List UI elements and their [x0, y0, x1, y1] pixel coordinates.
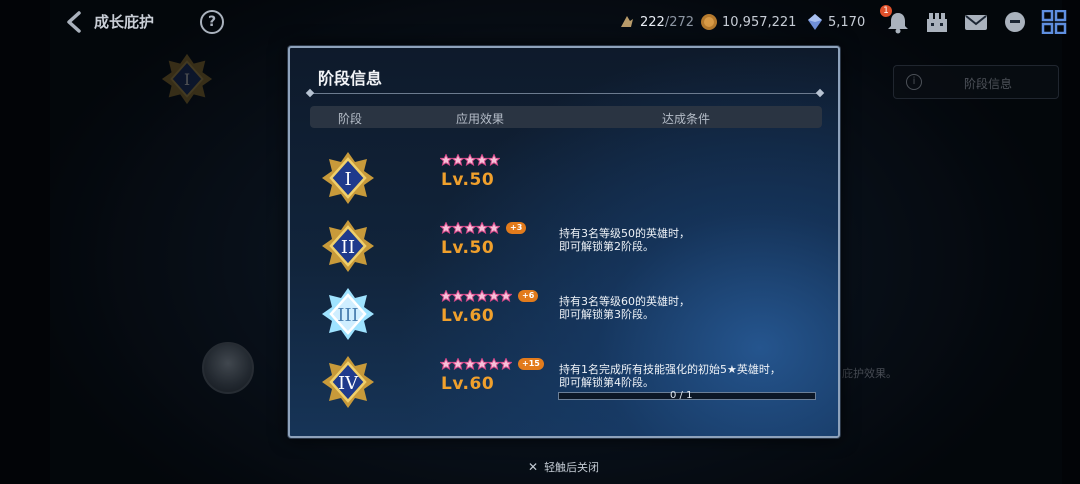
- stamina-current: 222: [640, 14, 665, 30]
- page-title: 成长庇护: [94, 13, 155, 31]
- close-icon: ✕: [528, 460, 539, 474]
- unlock-condition: 持有3名等级60的英雄时， 即可解锁第3阶段。: [559, 295, 819, 321]
- back-button[interactable]: [64, 10, 86, 34]
- gem-display[interactable]: 5,170: [806, 13, 865, 31]
- top-bar: 成长庇护 ? 222/272 10,957,221 5,170 1: [0, 0, 1080, 44]
- condition-line: 持有3名等级50的英雄时，: [559, 227, 690, 240]
- svg-text:IV: IV: [338, 373, 359, 394]
- star-icon: [488, 290, 500, 302]
- bonus-badge: +3: [506, 222, 527, 234]
- stamina-max: /272: [664, 14, 695, 30]
- svg-text:III: III: [337, 305, 358, 326]
- star-icon: [440, 358, 452, 370]
- unlock-condition: 持有3名等级50的英雄时， 即可解锁第2阶段。: [559, 227, 819, 253]
- stage-medal-icon: I: [322, 152, 374, 204]
- star-icon: [476, 222, 488, 234]
- star-icon: [488, 154, 500, 166]
- star-icon: [500, 290, 512, 302]
- column-stage: 阶段: [338, 112, 363, 126]
- stage-medal-icon: II: [322, 220, 374, 272]
- modal-title: 阶段信息: [318, 69, 383, 88]
- star-rating: +15: [440, 357, 544, 371]
- star-icon: [440, 222, 452, 234]
- condition-line: 即可解锁第2阶段。: [559, 240, 654, 253]
- star-icon: [488, 222, 500, 234]
- svg-text:I: I: [344, 169, 351, 190]
- star-icon: [500, 358, 512, 370]
- table-header: 阶段 应用效果 达成条件: [310, 106, 822, 128]
- star-icon: [452, 290, 464, 302]
- required-level: Lv.50: [441, 238, 495, 258]
- star-icon: [476, 290, 488, 302]
- progress-label: 0 / 1: [670, 390, 693, 401]
- star-icon: [452, 154, 464, 166]
- gold-display[interactable]: 10,957,221: [700, 13, 796, 31]
- gold-amount: 10,957,221: [722, 14, 797, 30]
- stage-info-modal: 阶段信息 阶段 应用效果 达成条件 I Lv.50 II +3 Lv.50 持有3名等级5…: [288, 46, 840, 438]
- required-level: Lv.60: [441, 306, 495, 326]
- help-button[interactable]: ?: [200, 10, 224, 34]
- stage-row: III +6 Lv.60 持有3名等级60的英雄时， 即可解锁第3阶段。: [290, 284, 838, 348]
- star-icon: [452, 358, 464, 370]
- title-divider: [310, 93, 820, 94]
- chat-icon[interactable]: [1002, 10, 1028, 34]
- svg-text:II: II: [341, 237, 355, 258]
- star-icon: [476, 358, 488, 370]
- gold-coin-icon: [701, 14, 717, 30]
- stage-medal-icon: IV: [322, 356, 374, 408]
- close-hint[interactable]: ✕ 轻触后关闭: [528, 459, 599, 475]
- gem-icon: [808, 14, 822, 30]
- gem-amount: 5,170: [828, 14, 866, 30]
- stage-row: IV +15 Lv.60 持有1名完成所有技能强化的初始5★英雄时， 即可解锁第4阶段。: [290, 352, 838, 416]
- column-condition: 达成条件: [662, 112, 711, 126]
- condition-line: 即可解锁第3阶段。: [559, 308, 654, 321]
- star-icon: [464, 290, 476, 302]
- star-icon: [440, 290, 452, 302]
- condition-line: 即可解锁第4阶段。: [559, 376, 654, 389]
- required-level: Lv.50: [441, 170, 495, 190]
- star-rating: +3: [440, 221, 527, 235]
- stage-row: II +3 Lv.50 持有3名等级50的英雄时， 即可解锁第2阶段。: [290, 216, 838, 280]
- stage-row: I Lv.50: [290, 148, 838, 212]
- guild-icon[interactable]: [924, 10, 950, 34]
- unlock-condition: 持有1名完成所有技能强化的初始5★英雄时， 即可解锁第4阶段。: [559, 363, 819, 389]
- stamina-display[interactable]: 222/272: [618, 13, 694, 31]
- menu-grid-icon[interactable]: [1041, 10, 1067, 34]
- notification-badge: 1: [880, 5, 892, 17]
- bonus-badge: +15: [518, 358, 544, 370]
- chevron-left-icon: [67, 11, 81, 33]
- star-rating: +6: [440, 289, 539, 303]
- condition-line: 持有1名完成所有技能强化的初始5★英雄时，: [559, 363, 781, 376]
- star-icon: [464, 154, 476, 166]
- mail-icon[interactable]: [963, 10, 989, 34]
- star-icon: [488, 358, 500, 370]
- required-level: Lv.60: [441, 374, 495, 394]
- column-effect: 应用效果: [456, 112, 505, 126]
- bonus-badge: +6: [518, 290, 539, 302]
- close-hint-label: 轻触后关闭: [544, 461, 600, 474]
- star-icon: [464, 358, 476, 370]
- star-icon: [464, 222, 476, 234]
- condition-line: 持有3名等级60的英雄时，: [559, 295, 690, 308]
- star-icon: [440, 154, 452, 166]
- star-icon: [452, 222, 464, 234]
- stage-medal-icon: III: [322, 288, 374, 340]
- stamina-icon: [621, 16, 633, 27]
- star-icon: [476, 154, 488, 166]
- star-rating: [440, 153, 500, 167]
